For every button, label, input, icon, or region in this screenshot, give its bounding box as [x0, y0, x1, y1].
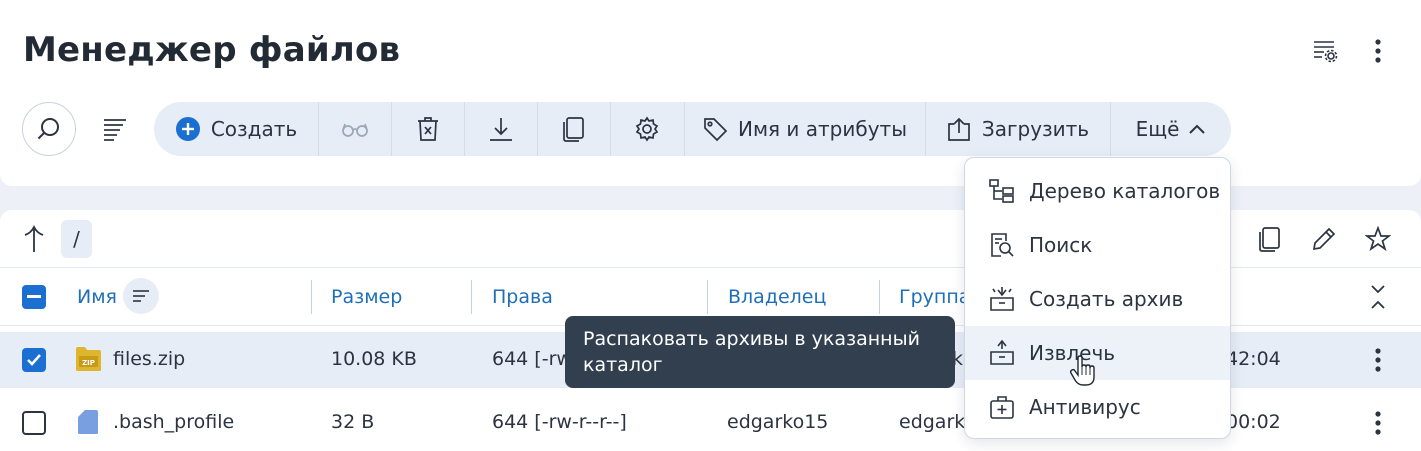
row-checkbox[interactable] [22, 348, 46, 372]
sort-desc-icon [133, 290, 149, 302]
menu-item-label: Создать архив [1029, 287, 1184, 311]
row-checkbox[interactable] [22, 411, 46, 435]
settings-button[interactable] [610, 102, 684, 156]
copy-button[interactable] [537, 102, 610, 156]
folder-tree-icon [989, 179, 1014, 203]
menu-item-label: Поиск [1029, 233, 1093, 257]
page-title: Менеджер файлов [23, 30, 401, 70]
more-button[interactable]: Ещё [1110, 102, 1231, 156]
sort-lines-icon[interactable] [100, 114, 130, 144]
pencil-icon[interactable] [1310, 224, 1338, 254]
row-menu-icon[interactable] [1366, 345, 1390, 375]
archive-create-icon [990, 287, 1014, 311]
more-menu: Дерево каталогов Поиск Создать архив Изв… [964, 157, 1231, 439]
column-divider[interactable] [879, 280, 880, 314]
doc-search-icon [991, 233, 1014, 257]
download-button[interactable] [464, 102, 537, 156]
menu-item-extract[interactable]: Извлечь [965, 326, 1230, 380]
column-divider[interactable] [471, 280, 472, 314]
file-name[interactable]: files.zip [113, 348, 185, 370]
svg-text:ZIP: ZIP [82, 359, 95, 367]
tag-icon [704, 118, 728, 142]
hand-cursor-icon [1069, 355, 1097, 391]
delete-button[interactable] [391, 102, 464, 156]
select-all-checkbox[interactable] [22, 285, 46, 309]
name-attributes-label: Имя и атрибуты [737, 117, 907, 141]
file-permissions: 644 [-rw-r--r--] [492, 411, 627, 433]
menu-item-antivirus[interactable]: Антивирус [965, 380, 1230, 434]
create-button[interactable]: Создать [154, 102, 318, 156]
tooltip: Распаковать архивы в указанный каталог [565, 316, 955, 388]
star-icon[interactable] [1364, 224, 1392, 254]
name-attributes-button[interactable]: Имя и атрибуты [684, 102, 925, 156]
menu-item-label: Дерево каталогов [1029, 179, 1221, 203]
column-owner[interactable]: Владелец [728, 286, 826, 308]
glasses-icon [341, 123, 368, 137]
column-divider[interactable] [311, 280, 312, 314]
up-arrow-icon[interactable] [20, 224, 48, 254]
menu-item-create-archive[interactable]: Создать архив [965, 272, 1230, 326]
column-permissions[interactable]: Права [492, 286, 553, 308]
file-size: 10.08 KB [331, 348, 417, 370]
collapse-columns-icon[interactable] [1366, 282, 1390, 312]
file-owner: edgarko15 [727, 411, 829, 433]
view-button[interactable] [318, 102, 391, 156]
file-group: edgark [899, 411, 966, 433]
column-name[interactable]: Имя [77, 286, 117, 308]
create-label: Создать [210, 117, 298, 141]
gear-icon [635, 116, 659, 142]
action-toolbar: Создать Имя и атрибуты Загрузить Ещё [154, 102, 1231, 156]
menu-item-label: Антивирус [1029, 395, 1141, 419]
list-settings-icon[interactable] [1310, 36, 1340, 66]
more-label: Ещё [1135, 117, 1180, 141]
sort-direction-button[interactable] [123, 278, 159, 314]
trash-icon [417, 117, 438, 141]
file-icon [78, 409, 98, 435]
upload-button[interactable]: Загрузить [925, 102, 1110, 156]
upload-icon [948, 117, 970, 141]
search-icon [37, 118, 59, 140]
kebab-menu-icon[interactable] [1363, 36, 1393, 66]
menu-item-search[interactable]: Поиск [965, 218, 1230, 272]
download-icon [489, 118, 512, 141]
row-menu-icon[interactable] [1366, 408, 1390, 438]
file-modified: 00:02 [1226, 411, 1281, 433]
copy-icon [562, 117, 584, 142]
archive-extract-icon [990, 340, 1014, 365]
breadcrumb[interactable]: / [61, 220, 92, 258]
plus-circle-icon [175, 117, 200, 141]
file-permissions: 644 [-rw [492, 348, 572, 370]
copy-path-icon[interactable] [1256, 224, 1284, 254]
column-group[interactable]: Группа [899, 286, 970, 308]
zip-file-icon: ZIP [76, 346, 101, 372]
antivirus-icon [990, 396, 1014, 419]
file-name[interactable]: .bash_profile [113, 411, 234, 433]
column-divider[interactable] [707, 280, 708, 314]
file-modified: 42:04 [1226, 348, 1281, 370]
column-size[interactable]: Размер [331, 286, 402, 308]
chevron-up-icon [1189, 124, 1206, 134]
search-button[interactable] [22, 102, 76, 156]
upload-label: Загрузить [981, 117, 1090, 141]
menu-item-folder-tree[interactable]: Дерево каталогов [965, 164, 1230, 218]
file-size: 32 B [331, 411, 375, 433]
